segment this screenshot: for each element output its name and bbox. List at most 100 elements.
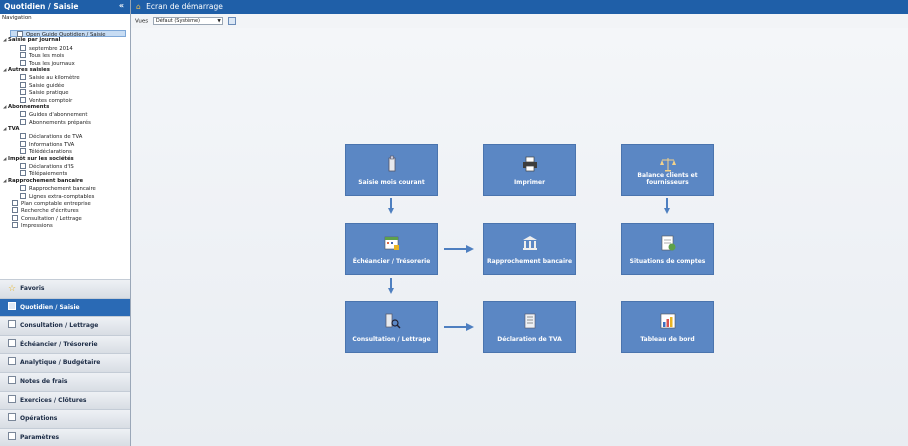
accordion-item-label: Échéancier / Trésorerie xyxy=(20,340,98,348)
tree-item[interactable]: Ventes comptoir xyxy=(0,96,130,104)
dashboard-chart-icon xyxy=(660,313,675,329)
tree-item[interactable]: Saisie guidée xyxy=(0,81,130,89)
tree-item[interactable]: Consultation / Lettrage xyxy=(0,214,130,222)
main-panel: ⌂ Ecran de démarrage Vues Défaut (Systèm… xyxy=(131,0,908,446)
tree-item[interactable]: Recherche d'écritures xyxy=(0,207,130,214)
accordion-item-label: Quotidien / Saisie xyxy=(20,303,80,311)
sidebar-title-bar: Quotidien / Saisie « xyxy=(0,0,130,14)
accordion-item[interactable]: Notes de frais xyxy=(0,371,130,391)
chevron-down-icon: ▼ xyxy=(217,19,221,24)
accordion-item[interactable]: Paramètres xyxy=(0,427,130,446)
tree-item-label: Impressions xyxy=(21,223,53,230)
tree-item[interactable]: Plan comptable entreprise xyxy=(0,199,130,207)
document-icon xyxy=(20,133,26,140)
tree-item-label: Informations TVA xyxy=(29,141,75,148)
page-title: Ecran de démarrage xyxy=(146,2,223,11)
tree-item[interactable]: Saisie au kilomètre xyxy=(0,74,130,81)
tree-item-label: Tous les journaux xyxy=(29,60,75,67)
tree-group[interactable]: ◢ TVA xyxy=(0,126,130,133)
tree-item-label: Recherche d'écritures xyxy=(21,208,79,215)
tile-label: Saisie mois courant xyxy=(358,179,425,186)
tree-item[interactable]: Rapprochement bancaire xyxy=(0,185,130,192)
tree-item[interactable]: Déclarations d'IS xyxy=(0,163,130,170)
tree-item-label: Saisie guidée xyxy=(29,82,65,89)
tree-item[interactable]: Saisie pratique xyxy=(0,89,130,96)
register-icon xyxy=(20,96,26,103)
tree-group[interactable]: ◢ Impôt sur les sociétés xyxy=(0,156,130,163)
receipt-icon xyxy=(8,375,16,384)
tree-item[interactable]: Informations TVA xyxy=(0,140,130,148)
tree-item[interactable]: Abonnements préparés xyxy=(0,118,130,126)
tree-item[interactable]: Open Guide Quotidien / Saisie xyxy=(10,30,126,38)
book-icon xyxy=(8,320,16,329)
scales-icon xyxy=(659,158,676,172)
tree-item[interactable]: Tous les journaux xyxy=(0,59,130,67)
book-icon xyxy=(12,214,18,221)
tile-imprimer[interactable]: Imprimer xyxy=(483,144,576,196)
journal-icon xyxy=(20,44,26,51)
tree-item-label: Impôt sur les sociétés xyxy=(8,155,74,162)
accordion-item[interactable]: Consultation / Lettrage xyxy=(0,316,130,335)
tree-item[interactable]: Guides d'abonnement xyxy=(0,111,130,118)
collapse-sidebar-button[interactable]: « xyxy=(119,1,124,10)
tree-item-label: Rapprochement bancaire xyxy=(29,186,96,193)
views-toolbar: Vues Défaut (Système) ▼ xyxy=(131,14,908,28)
accordion-item[interactable]: Échéancier / Trésorerie xyxy=(0,334,130,354)
tile-saisie-mois-courant[interactable]: Saisie mois courant xyxy=(345,144,438,196)
accordion-item-label: Notes de frais xyxy=(20,377,68,385)
operations-icon xyxy=(8,413,16,422)
accordion-item[interactable]: Exercices / Clôtures xyxy=(0,390,130,410)
accordion-item[interactable]: Analytique / Budgétaire xyxy=(0,353,130,372)
arrow-down-icon xyxy=(388,198,394,214)
document-icon xyxy=(20,170,26,177)
calendar-icon xyxy=(8,338,16,347)
document-icon xyxy=(20,163,26,170)
tree-item[interactable]: septembre 2014 xyxy=(0,44,130,52)
tile-label: Situations de comptes xyxy=(629,258,706,265)
accordion-menu: ☆ Favoris Quotidien / Saisie Consultation /… xyxy=(0,279,130,446)
tree-group[interactable]: ◢ Saisie par journal xyxy=(0,37,130,44)
tree-item-label: Saisie par journal xyxy=(8,37,61,44)
edit-view-icon[interactable] xyxy=(227,17,236,25)
search-icon xyxy=(12,207,18,214)
printer-icon xyxy=(12,222,18,229)
tile-label: Déclaration de TVA xyxy=(497,336,562,343)
tree-item[interactable]: Télépaiements xyxy=(0,170,130,177)
tree-group[interactable]: ◢ Abonnements xyxy=(0,104,130,111)
views-select[interactable]: Défaut (Système) ▼ xyxy=(152,17,223,25)
tree-item-label: Saisie pratique xyxy=(29,90,69,97)
tile-rapprochement[interactable]: Rapprochement bancaire xyxy=(483,223,576,275)
journal-icon xyxy=(20,59,26,66)
accordion-item[interactable]: Opérations xyxy=(0,409,130,428)
tile-declaration-tva[interactable]: Déclaration de TVA xyxy=(483,301,576,353)
accordion-item[interactable]: Quotidien / Saisie xyxy=(0,297,130,317)
tile-balance[interactable]: Balance clients et fournisseurs xyxy=(621,144,714,196)
accordion-item-label: Favoris xyxy=(20,285,45,292)
tree-item[interactable]: Télédéclarations xyxy=(0,148,130,155)
folder-icon xyxy=(8,394,16,403)
accordion-item[interactable]: ☆ Favoris xyxy=(0,279,130,298)
printer-icon xyxy=(522,156,537,172)
arrow-down-icon xyxy=(664,198,670,214)
document-icon xyxy=(20,89,26,96)
accordion-item-label: Exercices / Clôtures xyxy=(20,396,87,404)
tree-item-label: Déclarations d'IS xyxy=(29,164,74,171)
tile-tableau-de-bord[interactable]: Tableau de bord xyxy=(621,301,714,353)
tree-item-label: Déclarations de TVA xyxy=(29,134,83,141)
tree-item[interactable]: Lignes extra-comptables xyxy=(0,192,130,200)
tile-situations[interactable]: Situations de comptes xyxy=(621,223,714,275)
views-label: Vues xyxy=(135,18,149,25)
journal-icon xyxy=(8,301,16,310)
tree-group[interactable]: ◢ Autres saisies xyxy=(0,67,130,74)
tile-echeancier[interactable]: Échéancier / Trésorerie xyxy=(345,223,438,275)
guide-icon xyxy=(17,31,23,37)
dashboard-canvas: Saisie mois courant Imprimer Balance cli… xyxy=(131,28,908,446)
tree-item[interactable]: Déclarations de TVA xyxy=(0,133,130,140)
tree-item-label: Plan comptable entreprise xyxy=(21,200,91,207)
tile-consultation[interactable]: Consultation / Lettrage xyxy=(345,301,438,353)
navigation-tree: Open Guide Quotidien / Saisie ◢ Saisie par… xyxy=(0,30,130,230)
tree-item-label: septembre 2014 xyxy=(29,45,73,52)
tree-item[interactable]: Tous les mois xyxy=(0,52,130,59)
tree-item[interactable]: Impressions xyxy=(0,222,130,229)
tree-group[interactable]: ◢ Rapprochement bancaire xyxy=(0,178,130,185)
